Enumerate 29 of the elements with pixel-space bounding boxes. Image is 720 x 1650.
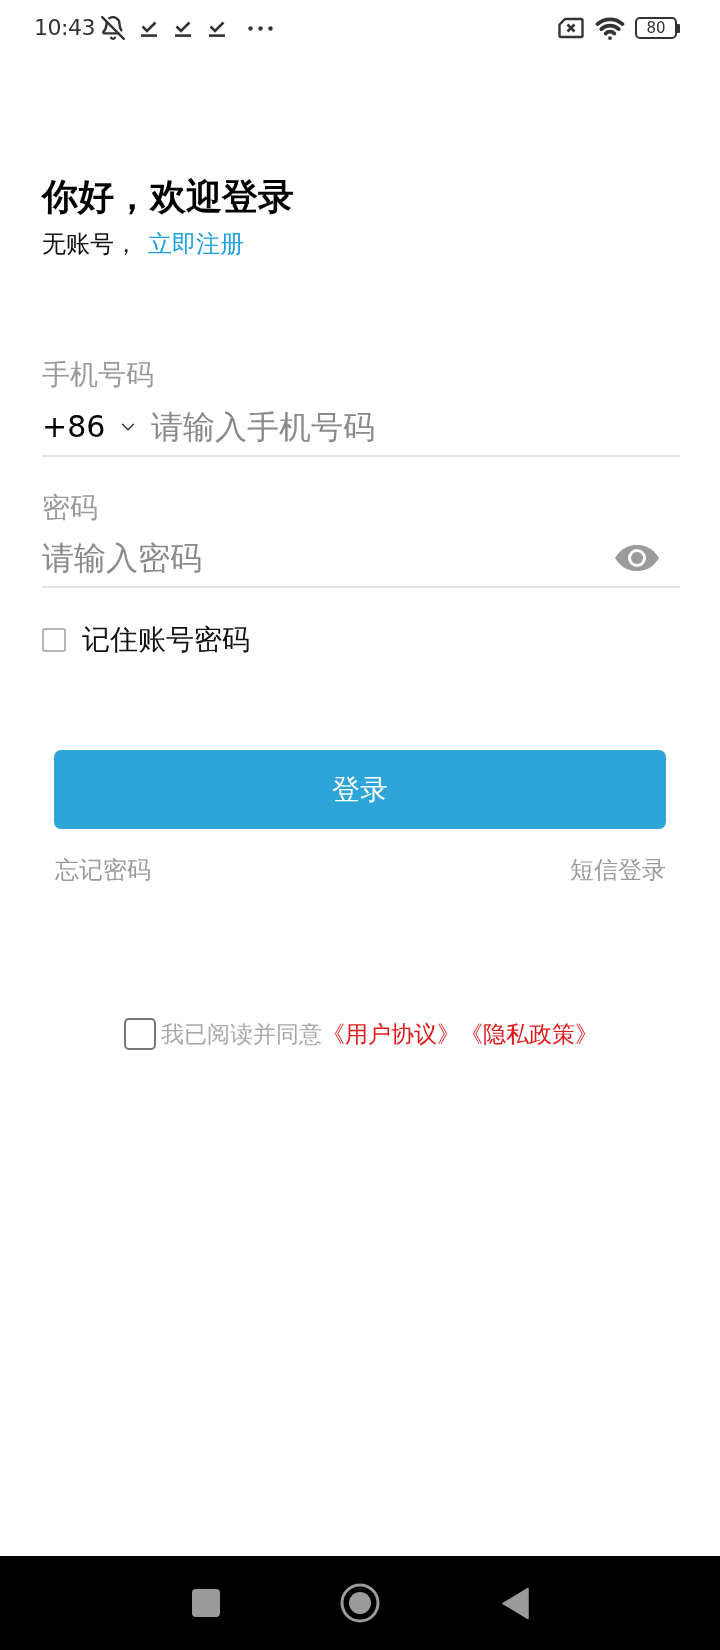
agreement-checkbox[interactable]	[124, 1018, 156, 1050]
back-icon[interactable]	[501, 1586, 529, 1620]
battery-indicator: 80	[635, 17, 680, 39]
phone-label: 手机号码	[42, 357, 155, 393]
phone-input[interactable]: 请输入手机号码	[151, 405, 680, 449]
register-link[interactable]: 立即注册	[148, 230, 244, 258]
country-code-selector[interactable]: +86	[42, 409, 140, 445]
remember-label: 记住账号密码	[82, 622, 250, 658]
remember-checkbox[interactable]	[42, 628, 66, 652]
agreement-text: 我已阅读并同意《用户协议》《隐私政策》	[161, 1020, 598, 1049]
sms-login-link[interactable]: 短信登录	[570, 854, 666, 886]
recents-icon[interactable]	[191, 1589, 220, 1617]
eye-icon[interactable]	[614, 544, 660, 572]
download-done-icon	[173, 19, 192, 37]
signup-prompt: 无账号， 立即注册	[42, 229, 245, 260]
more-icon	[247, 25, 273, 31]
forgot-password-link[interactable]: 忘记密码	[55, 854, 151, 886]
login-button[interactable]: 登录	[54, 750, 666, 829]
sim-card-x-icon	[558, 17, 584, 39]
status-time: 10:43	[34, 14, 95, 42]
user-agreement-link[interactable]: 《用户协议》	[322, 1021, 460, 1047]
download-done-icon	[139, 19, 158, 37]
download-done-icon	[207, 19, 226, 37]
home-icon[interactable]	[339, 1583, 380, 1623]
welcome-title: 你好，欢迎登录	[42, 175, 295, 219]
privacy-policy-link[interactable]: 《隐私政策》	[460, 1021, 598, 1047]
muted-bell-icon	[99, 15, 126, 41]
password-input[interactable]: 请输入密码	[42, 536, 614, 580]
password-label: 密码	[42, 490, 99, 526]
